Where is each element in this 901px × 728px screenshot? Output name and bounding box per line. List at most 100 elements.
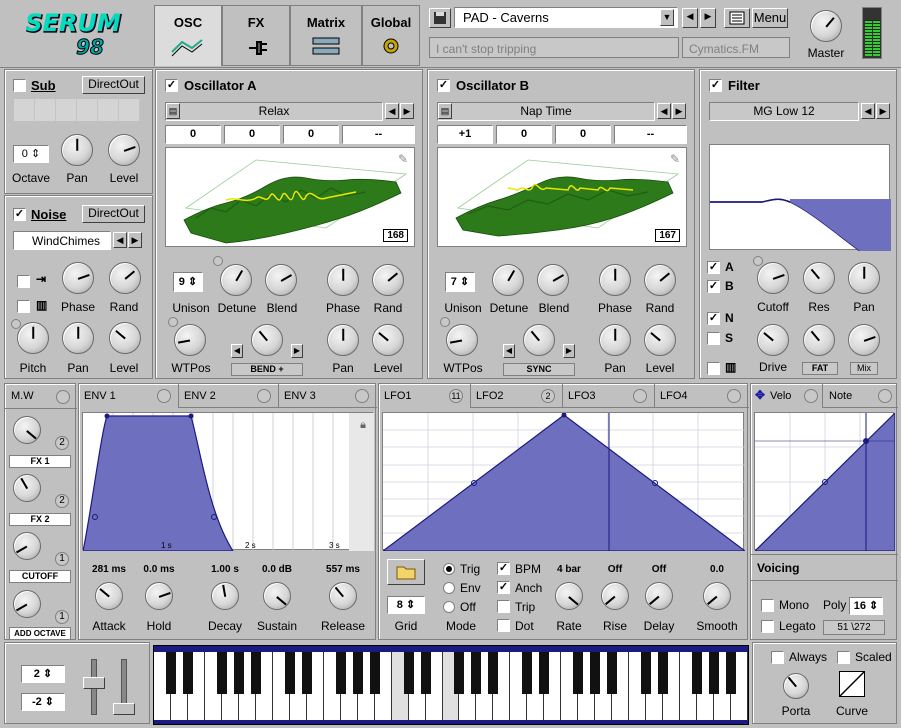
osc-b-detune-knob[interactable] bbox=[492, 264, 524, 296]
osc-a-wt-menu-icon[interactable]: ▤ bbox=[166, 103, 180, 119]
piano-black-key[interactable] bbox=[216, 652, 227, 694]
osc-b-pan-knob[interactable] bbox=[599, 324, 631, 356]
filter-res-knob[interactable] bbox=[803, 262, 835, 294]
osc-b-rand-knob[interactable] bbox=[644, 264, 676, 296]
osc-b-unison-stepper[interactable]: 7 ⇕ bbox=[445, 272, 475, 292]
env-sustain-knob[interactable] bbox=[263, 582, 291, 610]
chevron-down-icon[interactable]: ▼ bbox=[660, 9, 674, 26]
filter-fat-knob[interactable] bbox=[803, 324, 835, 356]
sub-directout-button[interactable]: DirectOut bbox=[82, 76, 145, 94]
lfo-rise-knob[interactable] bbox=[601, 582, 629, 610]
osc-a-warp-next-button[interactable]: ▶ bbox=[291, 344, 303, 358]
pencil-icon[interactable]: ✎ bbox=[670, 152, 680, 166]
piano-black-key[interactable] bbox=[471, 652, 482, 694]
filter-fat-label[interactable]: FAT bbox=[802, 362, 838, 375]
velo-graph[interactable] bbox=[753, 411, 896, 552]
sub-pan-knob[interactable] bbox=[61, 134, 93, 166]
preset-selector[interactable]: PAD - Caverns ▼ bbox=[454, 7, 678, 28]
osc-a-warp-mode[interactable]: BEND + bbox=[231, 363, 303, 376]
osc-b-enable-checkbox[interactable]: ✓ bbox=[437, 79, 450, 92]
sub-waveform-selector[interactable] bbox=[14, 99, 140, 121]
browser-button[interactable] bbox=[724, 8, 750, 28]
osc-a-next-wt-button[interactable]: ▶ bbox=[400, 103, 414, 119]
piano-black-key[interactable] bbox=[641, 652, 652, 694]
filter-prev-button[interactable]: ◀ bbox=[861, 103, 875, 119]
lfo-dot-checkbox[interactable] bbox=[497, 619, 510, 632]
osc-a-unison-stepper[interactable]: 9 ⇕ bbox=[173, 272, 203, 292]
piano-black-key[interactable] bbox=[522, 652, 533, 694]
tab-lfo3[interactable]: LFO3 bbox=[563, 384, 655, 408]
piano-black-key[interactable] bbox=[573, 652, 584, 694]
filter-next-button[interactable]: ▶ bbox=[876, 103, 890, 119]
osc-a-blend-knob[interactable] bbox=[265, 264, 297, 296]
osc-b-warp-knob[interactable] bbox=[523, 324, 555, 356]
osc-b-coarse-field[interactable]: -- bbox=[614, 125, 687, 144]
piano-black-key[interactable] bbox=[369, 652, 380, 694]
noise-rand-knob[interactable] bbox=[109, 262, 141, 294]
tab-global[interactable]: Global bbox=[362, 5, 420, 66]
pitch-up-stepper[interactable]: 2 ⇕ bbox=[21, 665, 65, 683]
env-decay-knob[interactable] bbox=[211, 582, 239, 610]
osc-a-warp-knob[interactable] bbox=[251, 324, 283, 356]
tab-env3[interactable]: ENV 3 bbox=[279, 384, 377, 408]
sub-enable-checkbox[interactable] bbox=[13, 79, 26, 92]
osc-a-wavetable-display[interactable]: ✎ 168 bbox=[165, 147, 415, 247]
next-preset-button[interactable]: ▶ bbox=[700, 8, 716, 28]
filter-route-n-checkbox[interactable]: ✓ bbox=[707, 312, 720, 325]
lfo-grid-stepper[interactable]: 8 ⇕ bbox=[387, 596, 425, 614]
env-hold-knob[interactable] bbox=[145, 582, 173, 610]
tab-lfo1[interactable]: LFO1 11 bbox=[379, 384, 471, 408]
osc-b-wavetable-display[interactable]: ✎ 167 bbox=[437, 147, 687, 247]
lfo-graph[interactable] bbox=[381, 412, 747, 552]
piano-black-key[interactable] bbox=[335, 652, 346, 694]
piano-black-key[interactable] bbox=[182, 652, 193, 694]
piano-black-key[interactable] bbox=[165, 652, 176, 694]
osc-a-pan-knob[interactable] bbox=[327, 324, 359, 356]
pitch-down-stepper[interactable]: -2 ⇕ bbox=[21, 693, 65, 711]
osc-b-prev-wt-button[interactable]: ◀ bbox=[657, 103, 671, 119]
osc-a-level-knob[interactable] bbox=[372, 324, 404, 356]
noise-next-button[interactable]: ▶ bbox=[128, 232, 142, 248]
filter-mix-label[interactable]: Mix bbox=[850, 362, 878, 375]
osc-a-semi-field[interactable]: 0 bbox=[224, 125, 280, 144]
filter-enable-checkbox[interactable]: ✓ bbox=[709, 79, 722, 92]
prev-preset-button[interactable]: ◀ bbox=[682, 8, 698, 28]
tab-osc[interactable]: OSC bbox=[154, 5, 222, 66]
macro-1-label[interactable]: FX 1 bbox=[9, 455, 71, 468]
save-button[interactable] bbox=[429, 8, 451, 28]
piano-black-key[interactable] bbox=[658, 652, 669, 694]
pitch-wheel-handle[interactable] bbox=[83, 677, 105, 689]
sub-level-knob[interactable] bbox=[108, 134, 140, 166]
noise-prev-button[interactable]: ◀ bbox=[113, 232, 127, 248]
osc-a-detune-knob[interactable] bbox=[220, 264, 252, 296]
mono-checkbox[interactable] bbox=[761, 599, 774, 612]
tab-velo[interactable]: ✥ Velo bbox=[751, 384, 823, 408]
noise-enable-checkbox[interactable]: ✓ bbox=[13, 208, 26, 221]
scaled-checkbox[interactable] bbox=[837, 651, 850, 664]
osc-b-fine-field[interactable]: 0 bbox=[555, 125, 611, 144]
macro-2-knob[interactable] bbox=[13, 474, 41, 502]
piano-black-key[interactable] bbox=[590, 652, 601, 694]
osc-b-wtpos-knob[interactable] bbox=[446, 324, 478, 356]
osc-a-wtpos-knob[interactable] bbox=[174, 324, 206, 356]
osc-b-octave-field[interactable]: +1 bbox=[437, 125, 493, 144]
noise-pan-knob[interactable] bbox=[62, 322, 94, 354]
always-checkbox[interactable] bbox=[771, 651, 784, 664]
tab-lfo2[interactable]: LFO2 2 bbox=[471, 384, 563, 408]
tab-matrix[interactable]: Matrix bbox=[290, 5, 362, 66]
noise-source-selector[interactable]: WindChimes bbox=[13, 231, 111, 250]
piano-black-key[interactable] bbox=[726, 652, 737, 694]
env-graph[interactable]: 1 s 2 s 3 s 🔒︎ bbox=[82, 412, 374, 552]
piano-black-key[interactable] bbox=[420, 652, 431, 694]
piano-black-key[interactable] bbox=[250, 652, 261, 694]
osc-b-warp-mode[interactable]: SYNC bbox=[503, 363, 575, 376]
lfo-trip-checkbox[interactable] bbox=[497, 600, 510, 613]
osc-a-fine-field[interactable]: 0 bbox=[283, 125, 339, 144]
lfo-mode-env-radio[interactable] bbox=[443, 582, 455, 594]
master-knob[interactable] bbox=[810, 10, 842, 42]
osc-a-octave-field[interactable]: 0 bbox=[165, 125, 221, 144]
pencil-icon[interactable]: ✎ bbox=[398, 152, 408, 166]
noise-level-knob[interactable] bbox=[109, 322, 141, 354]
lfo-bpm-checkbox[interactable]: ✓ bbox=[497, 562, 510, 575]
filter-keytrack-checkbox[interactable] bbox=[707, 362, 720, 375]
